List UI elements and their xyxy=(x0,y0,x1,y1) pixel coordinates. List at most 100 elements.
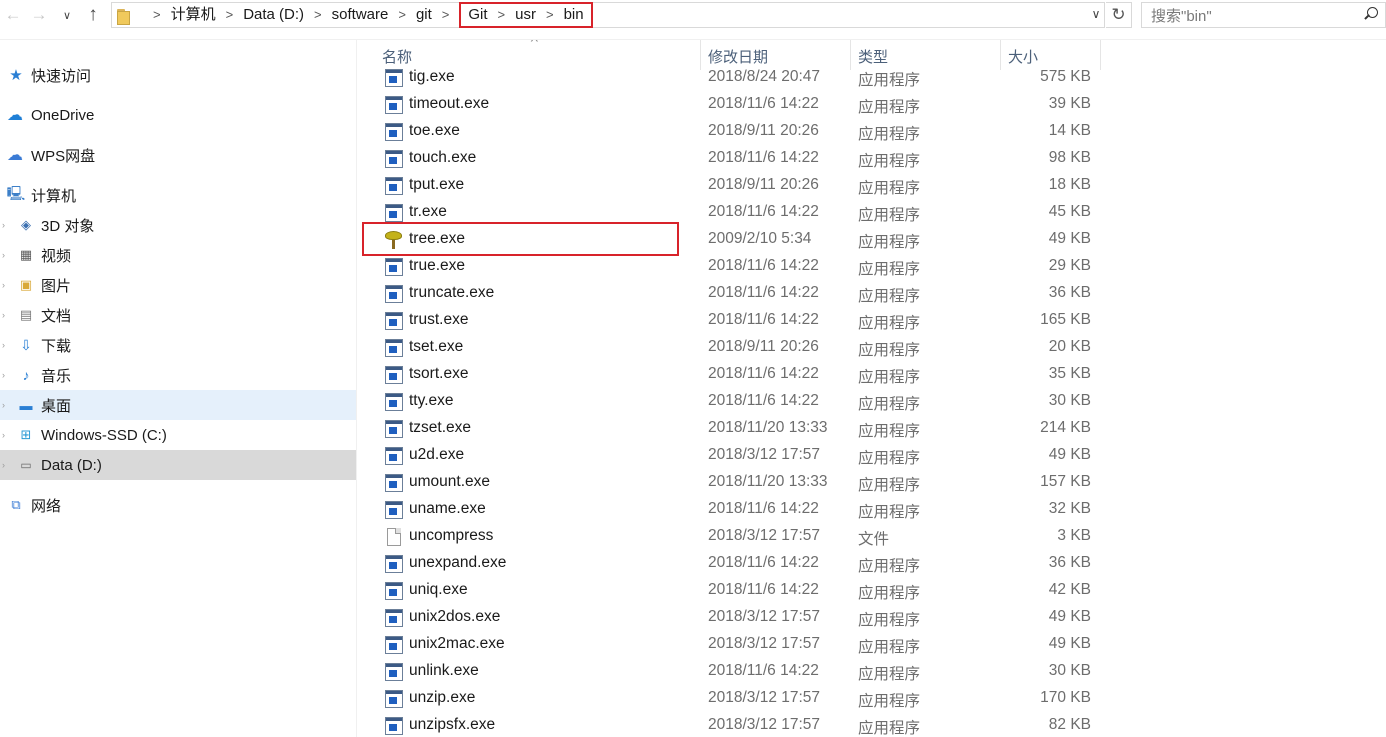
refresh-icon[interactable]: ↻ xyxy=(1106,2,1132,28)
file-size: 14 KB xyxy=(1048,122,1091,139)
file-size: 20 KB xyxy=(1048,338,1091,355)
back-arrow-icon[interactable]: ← xyxy=(2,3,24,27)
search-input[interactable]: 搜索"bin" xyxy=(1141,2,1386,28)
file-modified-date: 2018/3/12 17:57 xyxy=(708,689,821,706)
breadcrumb-software[interactable]: software xyxy=(332,2,389,28)
expand-chevron-icon[interactable]: › xyxy=(2,400,10,410)
nav-item-videos[interactable]: › ▦ 视频 xyxy=(0,240,356,270)
chevron-right-icon[interactable]: > xyxy=(488,2,516,28)
chevron-right-icon[interactable]: > xyxy=(304,2,332,28)
file-row[interactable]: tty.exe 2018/11/6 14:22 应用程序 30 KB xyxy=(358,389,1103,416)
expand-chevron-icon[interactable]: › xyxy=(2,340,10,350)
file-row[interactable]: unzip.exe 2018/3/12 17:57 应用程序 170 KB xyxy=(358,686,1103,713)
nav-item-documents[interactable]: › ▤ 文档 xyxy=(0,300,356,330)
column-header-size[interactable]: 大小 xyxy=(1008,46,1038,67)
address-dropdown-icon[interactable]: ∨ xyxy=(1087,5,1105,23)
breadcrumb-git-upper[interactable]: Git xyxy=(468,2,487,28)
expand-chevron-icon[interactable]: › xyxy=(2,280,10,290)
expand-chevron-icon[interactable]: › xyxy=(2,460,10,470)
chevron-right-icon[interactable]: > xyxy=(432,2,460,28)
file-row[interactable]: true.exe 2018/11/6 14:22 应用程序 29 KB xyxy=(358,254,1103,281)
column-header-date[interactable]: 修改日期 xyxy=(708,46,768,67)
chevron-right-icon[interactable]: > xyxy=(536,2,564,28)
nav-item-3d-objects[interactable]: › ◈ 3D 对象 xyxy=(0,210,356,240)
drive-icon: ▭ xyxy=(20,458,32,472)
file-name: timeout.exe xyxy=(409,95,490,112)
file-type: 应用程序 xyxy=(858,369,921,386)
nav-item-windows-ssd[interactable]: › ⊞ Windows-SSD (C:) xyxy=(0,420,356,450)
file-size: 30 KB xyxy=(1048,392,1091,409)
file-row[interactable]: uname.exe 2018/11/6 14:22 应用程序 32 KB xyxy=(358,497,1103,524)
chevron-right-icon[interactable]: > xyxy=(143,2,171,28)
forward-arrow-icon[interactable]: → xyxy=(28,3,50,27)
chevron-right-icon[interactable]: > xyxy=(216,2,244,28)
column-header-type[interactable]: 类型 xyxy=(858,46,888,67)
file-row[interactable]: tset.exe 2018/9/11 20:26 应用程序 20 KB xyxy=(358,335,1103,362)
file-row[interactable]: unix2dos.exe 2018/3/12 17:57 应用程序 49 KB xyxy=(358,605,1103,632)
file-row[interactable]: tput.exe 2018/9/11 20:26 应用程序 18 KB xyxy=(358,173,1103,200)
nav-label: 快速访问 xyxy=(31,67,92,85)
file-row[interactable]: toe.exe 2018/9/11 20:26 应用程序 14 KB xyxy=(358,119,1103,146)
file-row[interactable]: unexpand.exe 2018/11/6 14:22 应用程序 36 KB xyxy=(358,551,1103,578)
file-type: 应用程序 xyxy=(858,315,921,332)
breadcrumb-usr[interactable]: usr xyxy=(515,2,536,28)
file-row[interactable]: u2d.exe 2018/3/12 17:57 应用程序 49 KB xyxy=(358,443,1103,470)
file-row[interactable]: uncompress 2018/3/12 17:57 文件 3 KB xyxy=(358,524,1103,551)
exe-icon xyxy=(385,636,403,654)
exe-icon xyxy=(385,69,403,87)
nav-item-computer[interactable]: 🖳 计算机 xyxy=(0,180,356,210)
chevron-down-icon[interactable]: ∨ xyxy=(56,3,78,27)
column-header-name[interactable]: 名称 xyxy=(382,46,412,67)
nav-item-network[interactable]: ⧉ 网络 xyxy=(0,490,356,520)
expand-chevron-icon[interactable]: › xyxy=(2,430,10,440)
file-modified-date: 2018/3/12 17:57 xyxy=(708,608,821,625)
file-type: 应用程序 xyxy=(858,585,921,602)
nav-item-wps-drive[interactable]: ☁ WPS网盘 xyxy=(0,140,356,170)
breadcrumb-data-drive[interactable]: Data (D:) xyxy=(243,2,304,28)
file-row[interactable]: touch.exe 2018/11/6 14:22 应用程序 98 KB xyxy=(358,146,1103,173)
file-row[interactable]: tsort.exe 2018/11/6 14:22 应用程序 35 KB xyxy=(358,362,1103,389)
exe-icon xyxy=(385,150,403,168)
breadcrumb-git[interactable]: git xyxy=(416,2,432,28)
file-row[interactable]: unlink.exe 2018/11/6 14:22 应用程序 30 KB xyxy=(358,659,1103,686)
nav-item-downloads[interactable]: › ⇩ 下载 xyxy=(0,330,356,360)
file-row[interactable]: umount.exe 2018/11/20 13:33 应用程序 157 KB xyxy=(358,470,1103,497)
expand-chevron-icon[interactable]: › xyxy=(2,370,10,380)
file-modified-date: 2018/11/6 14:22 xyxy=(708,203,819,220)
highlight-annotation-box xyxy=(362,222,679,256)
expand-chevron-icon[interactable]: › xyxy=(2,250,10,260)
file-size: 3 KB xyxy=(1057,527,1091,544)
chevron-right-icon[interactable]: > xyxy=(388,2,416,28)
expand-chevron-icon[interactable]: › xyxy=(2,220,10,230)
breadcrumb-computer[interactable]: 计算机 xyxy=(171,2,216,28)
file-row[interactable]: tig.exe 2018/8/24 20:47 应用程序 575 KB xyxy=(358,65,1103,92)
file-row[interactable]: uniq.exe 2018/11/6 14:22 应用程序 42 KB xyxy=(358,578,1103,605)
expand-chevron-icon[interactable]: › xyxy=(2,310,10,320)
nav-item-pictures[interactable]: › ▣ 图片 xyxy=(0,270,356,300)
file-name: u2d.exe xyxy=(409,446,465,463)
breadcrumb-bin[interactable]: bin xyxy=(564,2,584,28)
file-row[interactable]: unzipsfx.exe 2018/3/12 17:57 应用程序 82 KB xyxy=(358,713,1103,737)
address-bar[interactable]: > 计算机 > Data (D:) > software > git > Git… xyxy=(111,1,1105,28)
nav-label: 下载 xyxy=(41,337,72,355)
file-row[interactable]: tzset.exe 2018/11/20 13:33 应用程序 214 KB xyxy=(358,416,1103,443)
nav-item-data-drive[interactable]: › ▭ Data (D:) xyxy=(0,450,356,480)
file-type: 应用程序 xyxy=(858,720,921,737)
file-row[interactable]: timeout.exe 2018/11/6 14:22 应用程序 39 KB xyxy=(358,92,1103,119)
file-row[interactable]: truncate.exe 2018/11/6 14:22 应用程序 36 KB xyxy=(358,281,1103,308)
file-row[interactable]: trust.exe 2018/11/6 14:22 应用程序 165 KB xyxy=(358,308,1103,335)
file-name: tty.exe xyxy=(409,392,454,409)
up-arrow-icon[interactable]: ↑ xyxy=(82,3,104,27)
file-name: tsort.exe xyxy=(409,365,469,382)
search-icon[interactable] xyxy=(1363,7,1379,23)
file-row[interactable]: unix2mac.exe 2018/3/12 17:57 应用程序 49 KB xyxy=(358,632,1103,659)
nav-label: WPS网盘 xyxy=(31,147,96,165)
nav-item-desktop[interactable]: › ▬ 桌面 xyxy=(0,390,356,420)
file-size: 32 KB xyxy=(1048,500,1091,517)
file-type: 应用程序 xyxy=(858,639,921,656)
nav-item-onedrive[interactable]: ☁ OneDrive xyxy=(0,100,356,130)
nav-item-music[interactable]: › ♪ 音乐 xyxy=(0,360,356,390)
nav-item-quick-access[interactable]: ★ 快速访问 xyxy=(0,60,356,90)
file-modified-date: 2018/8/24 20:47 xyxy=(708,68,821,85)
file-type: 应用程序 xyxy=(858,180,921,197)
